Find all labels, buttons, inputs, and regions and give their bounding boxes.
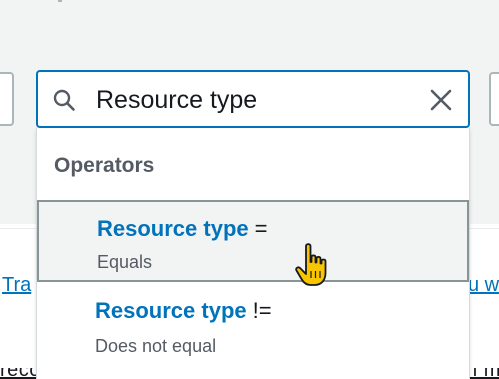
top-tick-mark — [58, 0, 62, 2]
background-link-right[interactable]: u w — [468, 274, 499, 296]
adjacent-control-right[interactable] — [489, 72, 499, 126]
dropdown-group-header: Operators — [54, 154, 155, 177]
search-icon — [53, 89, 75, 111]
option-attribute: Resource type — [95, 298, 247, 323]
close-icon[interactable] — [428, 87, 454, 113]
operator-dropdown: Operators Resource type = Equals Resource… — [36, 128, 470, 379]
adjacent-control-left[interactable] — [0, 72, 14, 126]
option-description: Equals — [97, 252, 153, 272]
option-operator: != — [252, 298, 272, 323]
option-title: Resource type = — [97, 216, 267, 242]
background-link-left[interactable]: Tra — [2, 274, 31, 296]
option-equals[interactable]: Resource type = Equals — [37, 200, 469, 282]
property-filter-input[interactable]: Resource type — [36, 70, 470, 128]
option-title: Resource type != — [95, 298, 272, 324]
option-attribute: Resource type — [97, 216, 249, 241]
option-description: Does not equal — [95, 336, 217, 356]
hand-pointer-icon — [295, 243, 327, 286]
option-not-equals[interactable]: Resource type != Does not equal — [37, 284, 469, 366]
search-input-value[interactable]: Resource type — [96, 86, 257, 114]
option-operator: = — [254, 216, 268, 241]
